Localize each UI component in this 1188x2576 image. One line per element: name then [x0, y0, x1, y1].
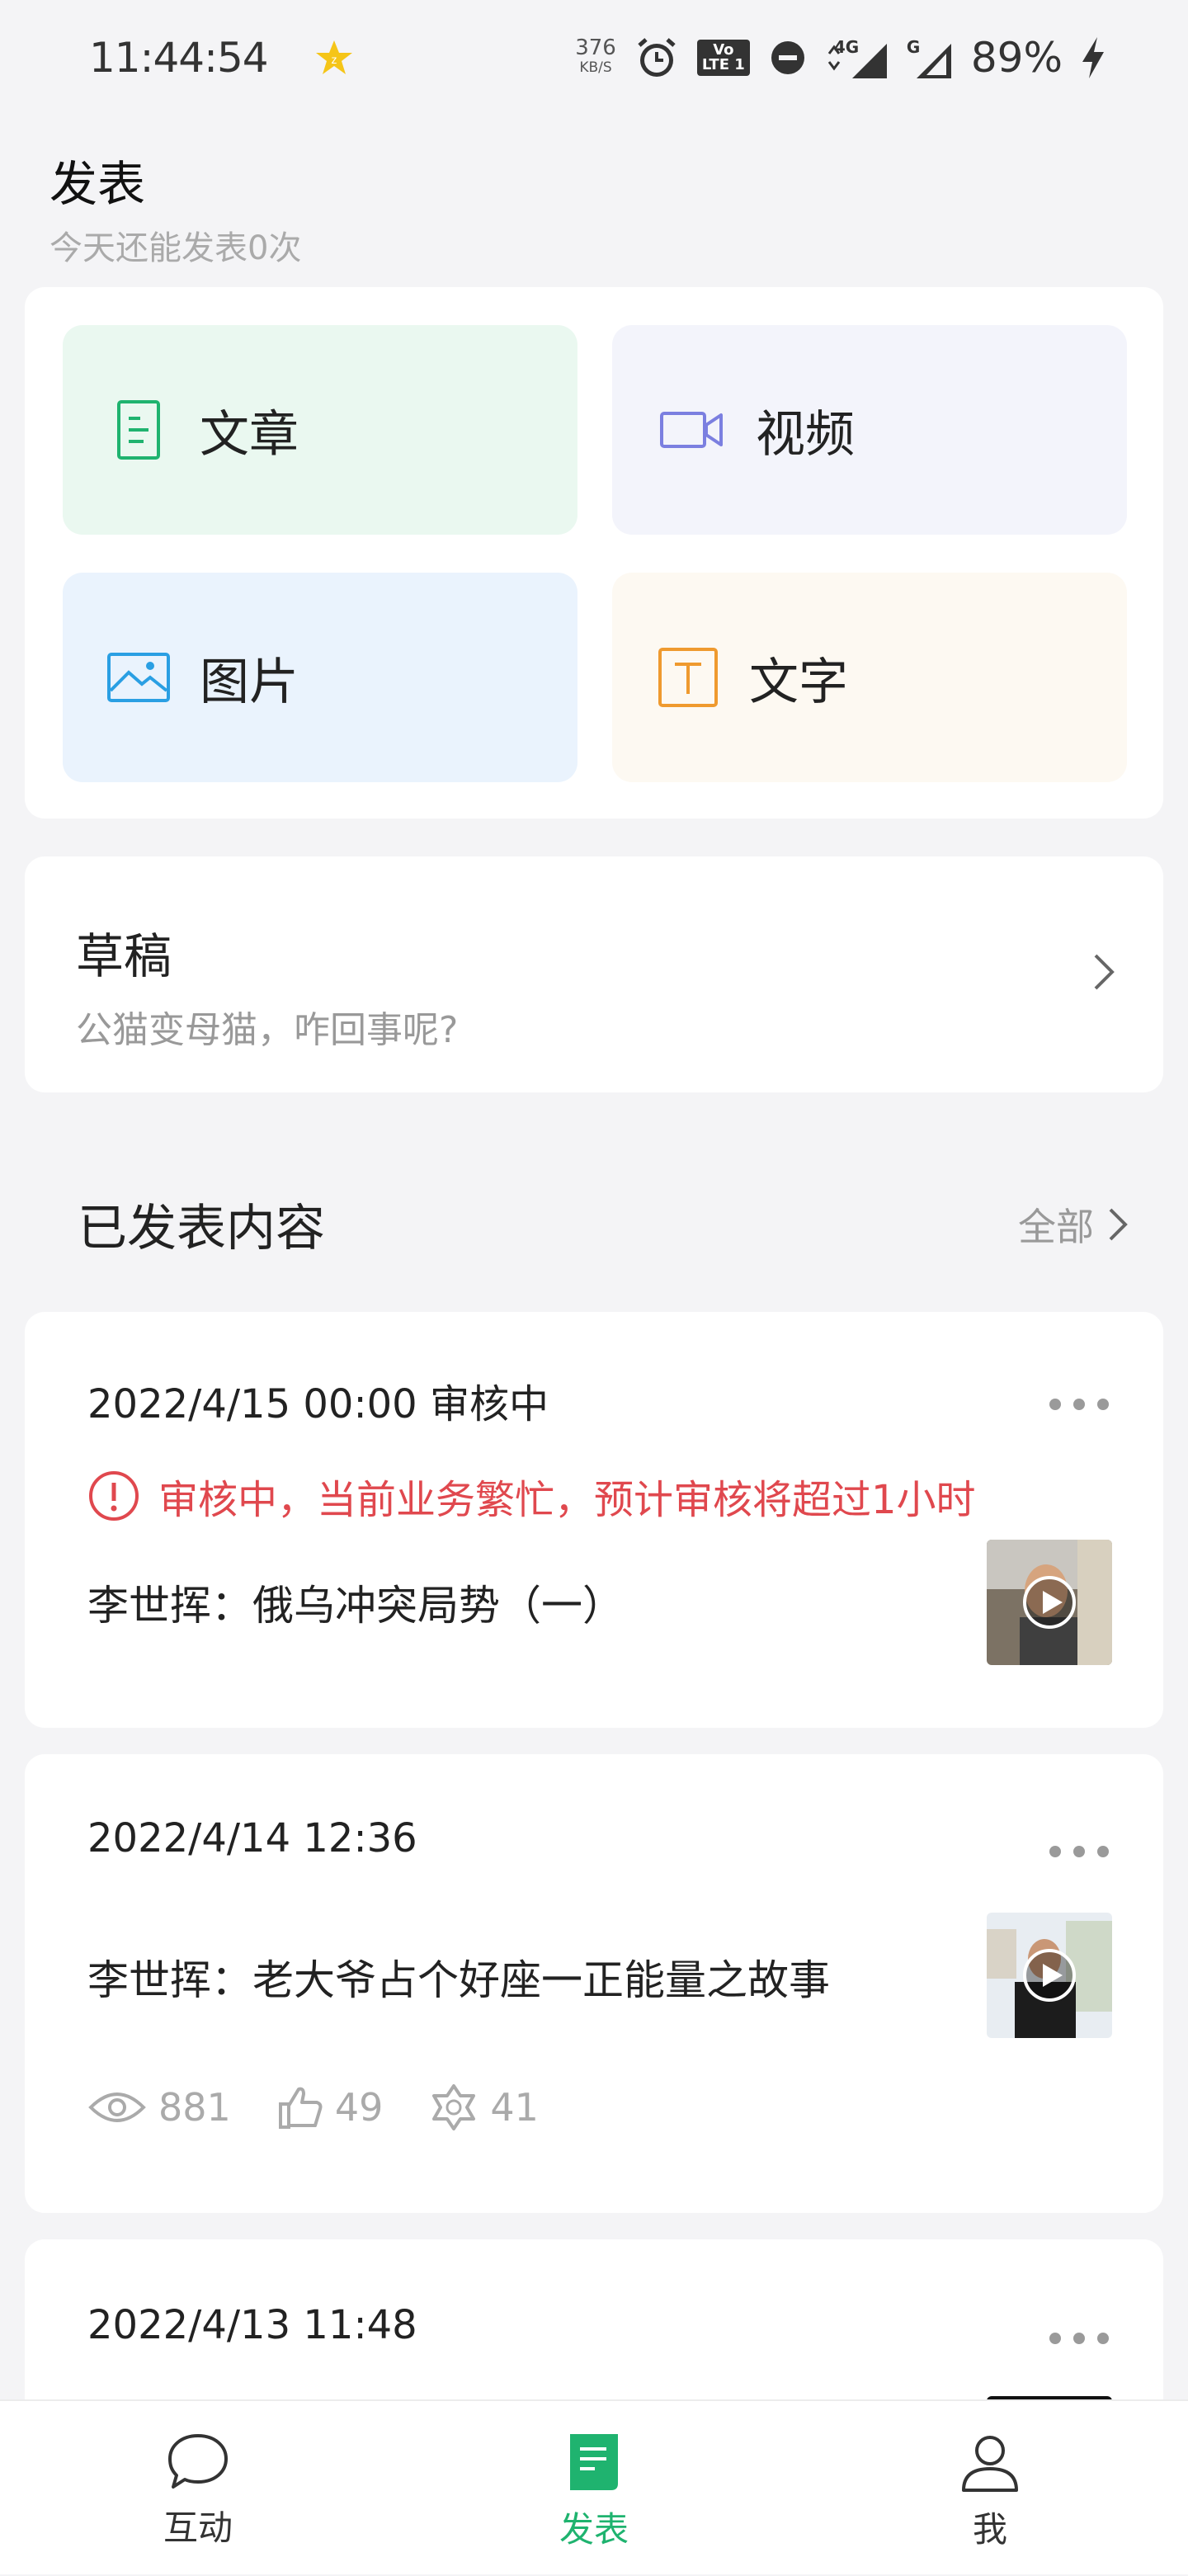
volte-icon: Vo LTE 1 — [696, 40, 750, 76]
review-warning: 审核中，当前业务繁忙，预计审核将超过1小时 — [87, 1467, 976, 1525]
video-thumbnail[interactable] — [987, 1913, 1112, 2038]
nav-label: 我 — [972, 2509, 1007, 2550]
views-count: 881 — [158, 2085, 231, 2130]
publish-type-label: 文字 — [749, 653, 848, 711]
publish-video-button[interactable]: 视频 — [612, 325, 1127, 535]
nav-label: 互动 — [163, 2508, 233, 2548]
post-date-status: 2022/4/15 00:00 审核中 — [87, 1381, 549, 1427]
shares-count: 41 — [490, 2085, 539, 2130]
nav-label: 发表 — [559, 2509, 629, 2550]
published-section-header: 已发表内容 全部 — [78, 1188, 1130, 1260]
publish-header: 发表 今天还能发表0次 — [50, 145, 301, 269]
signal-icon — [827, 44, 887, 78]
page-title: 发表 — [50, 156, 146, 212]
signal-icon — [916, 44, 951, 78]
eye-icon — [88, 2092, 146, 2122]
more-options-button[interactable] — [1049, 1394, 1109, 1414]
post-title: 李世挥：俄乌冲突局势（一） — [87, 1582, 624, 1630]
publish-type-label: 文章 — [200, 405, 299, 464]
publish-quota: 今天还能发表0次 — [50, 229, 302, 267]
review-warning-text: 审核中，当前业务繁忙，预计审核将超过1小时 — [158, 1477, 976, 1523]
dot-icon — [1049, 1399, 1061, 1410]
star-notification-icon: z — [315, 40, 352, 74]
publish-image-button[interactable]: 图片 — [63, 573, 578, 782]
post-title: 李世挥：老大爷占个好座一正能量之故事 — [87, 1956, 830, 2004]
status-icons: 376 KB/S Vo LTE 1 4G G 89% — [575, 34, 1106, 82]
nav-tab-interact[interactable]: 互动 — [99, 2401, 297, 2576]
battery-level: 89% — [970, 34, 1063, 82]
view-all-button[interactable]: 全部 — [1018, 1197, 1130, 1252]
video-thumbnail[interactable] — [987, 1540, 1112, 1665]
dot-icon — [1049, 2333, 1061, 2344]
status-bar: 11:44:54 z 376 KB/S Vo LTE 1 4G G 89% — [0, 0, 1188, 116]
article-icon — [117, 400, 160, 460]
do-not-disturb-icon — [771, 41, 804, 74]
bottom-nav: 互动 发表 我 — [0, 2399, 1188, 2574]
chat-bubble-icon — [168, 2434, 228, 2489]
post-stats: 881 49 41 — [87, 2083, 585, 2132]
publish-article-button[interactable]: 文章 — [63, 325, 578, 535]
drafts-card[interactable]: 草稿 公猫变母猫，咋回事呢? — [25, 856, 1163, 1092]
thumbs-up-icon — [278, 2087, 323, 2129]
likes-stat: 49 — [277, 2084, 384, 2130]
dot-icon — [1097, 2333, 1109, 2344]
dot-icon — [1097, 1399, 1109, 1410]
shares-stat: 41 — [429, 2083, 539, 2132]
published-section-title: 已发表内容 — [78, 1200, 325, 1257]
chevron-right-icon — [1094, 954, 1115, 990]
dot-icon — [1073, 1846, 1085, 1857]
post-card[interactable]: 2022/4/15 00:00 审核中 审核中，当前业务繁忙，预计审核将超过1小… — [25, 1312, 1163, 1728]
publish-text-button[interactable]: 文字 — [612, 573, 1127, 782]
status-time: 11:44:54 — [89, 34, 269, 82]
dot-icon — [1073, 2333, 1085, 2344]
chevron-right-icon — [1109, 1208, 1128, 1240]
drafts-title: 草稿 — [76, 928, 172, 984]
charging-bolt-icon — [1082, 37, 1104, 78]
view-all-label: 全部 — [1018, 1204, 1094, 1249]
post-date: 2022/4/14 12:36 — [87, 1815, 417, 1861]
alert-circle-icon — [89, 1471, 139, 1521]
more-options-button[interactable] — [1049, 1842, 1109, 1861]
share-star-icon — [432, 2084, 476, 2130]
user-icon — [962, 2436, 1018, 2492]
thumbnail-image — [987, 1540, 1112, 1665]
network-speed: 376 KB/S — [575, 35, 616, 76]
views-stat: 881 — [87, 2085, 231, 2130]
dot-icon — [1073, 1399, 1085, 1410]
likes-count: 49 — [334, 2085, 384, 2130]
signal-g: G — [905, 35, 953, 80]
publish-type-label: 图片 — [200, 653, 299, 711]
video-camera-icon — [660, 412, 723, 448]
publish-type-card: 文章 视频 图片 文字 — [25, 287, 1163, 819]
dot-icon — [1097, 1846, 1109, 1857]
nav-tab-me[interactable]: 我 — [891, 2401, 1089, 2576]
post-date: 2022/4/13 11:48 — [87, 2302, 417, 2348]
document-icon — [570, 2434, 618, 2490]
thumbnail-image — [987, 1913, 1112, 2038]
alarm-icon — [638, 38, 676, 77]
more-options-button[interactable] — [1049, 2328, 1109, 2348]
text-t-icon — [658, 648, 718, 707]
dot-icon — [1049, 1846, 1061, 1857]
drafts-preview: 公猫变母猫，咋回事呢? — [76, 1009, 459, 1051]
signal-4g: 4G — [826, 35, 887, 80]
post-card[interactable]: 2022/4/14 12:36 李世挥：老大爷占个好座一正能量之故事 881 4… — [25, 1754, 1163, 2213]
publish-type-label: 视频 — [756, 405, 855, 464]
svg-text:z: z — [331, 53, 337, 66]
nav-tab-publish[interactable]: 发表 — [495, 2401, 693, 2576]
image-icon — [107, 653, 170, 702]
